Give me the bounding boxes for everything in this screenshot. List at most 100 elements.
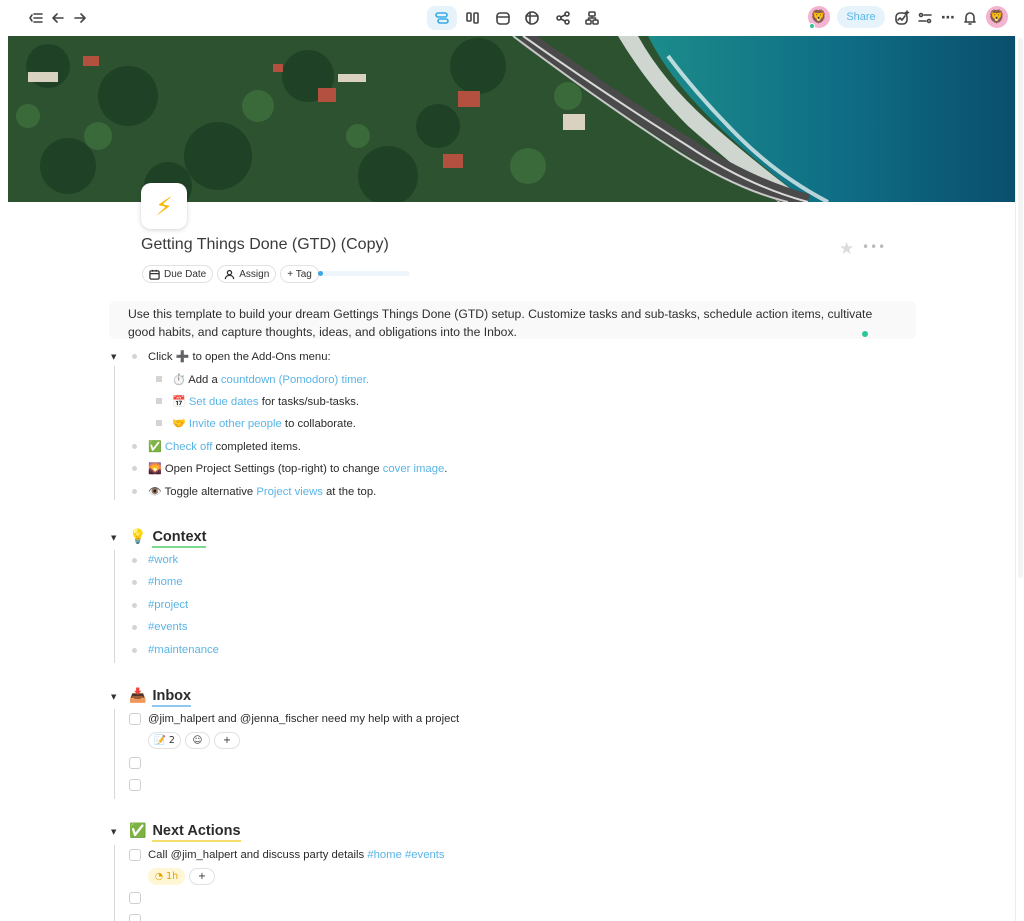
page-scrollbar[interactable] — [1015, 36, 1024, 921]
person-icon — [224, 269, 235, 279]
bullet[interactable] — [132, 580, 137, 585]
bullet[interactable] — [132, 625, 137, 630]
collapse-caret-icon[interactable]: ▼ — [111, 353, 116, 361]
forward-arrow-icon[interactable] — [68, 6, 92, 30]
cover-image — [8, 36, 1015, 202]
board-view-icon[interactable] — [461, 6, 485, 30]
add-addon-button[interactable]: + — [189, 868, 215, 885]
collapse-caret-icon[interactable]: ▼ — [111, 828, 116, 836]
square-bullet[interactable] — [156, 398, 162, 404]
collapse-caret-icon[interactable]: ▼ — [111, 534, 116, 542]
item-text: Click — [148, 351, 176, 363]
square-bullet[interactable] — [156, 420, 162, 426]
notes-count-pill[interactable]: 📝 2 — [148, 732, 181, 749]
bullet[interactable] — [132, 603, 137, 608]
table-view-icon[interactable] — [520, 6, 544, 30]
tag-maintenance-link[interactable]: #maintenance — [148, 644, 219, 656]
inbox-heading[interactable]: 📥 Inbox — [129, 688, 192, 707]
next-actions-heading[interactable]: ✅ Next Actions — [129, 823, 241, 842]
page-title[interactable]: Getting Things Done (GTD) (Copy) — [141, 236, 389, 254]
org-chart-view-icon[interactable] — [580, 6, 604, 30]
emoji-add-icon: ☺ — [192, 735, 203, 746]
task-tags-link[interactable]: #home #events — [367, 849, 444, 861]
description-presence-dot — [862, 331, 868, 337]
check-off-link[interactable]: Check off — [165, 441, 213, 453]
collapse-caret-icon[interactable]: ▼ — [111, 693, 116, 701]
item-text: to open the Add-Ons menu: — [189, 351, 331, 363]
collaborator-avatar[interactable]: 🦁 — [808, 6, 830, 29]
outline-view-icon[interactable] — [427, 6, 457, 30]
timer-pill[interactable]: ◔ 1h — [148, 868, 185, 885]
timer-value: 1h — [166, 871, 179, 882]
context-heading[interactable]: 💡 Context — [129, 529, 207, 548]
bullet[interactable] — [132, 558, 137, 563]
add-reaction-button[interactable]: ☺ — [185, 732, 210, 749]
project-description[interactable]: Use this template to build your dream Ge… — [109, 301, 916, 339]
task-text[interactable]: Call @jim_halpert and discuss party deta… — [148, 849, 445, 861]
mind-map-view-icon[interactable] — [551, 6, 575, 30]
indent-guide — [114, 845, 115, 921]
list-item[interactable]: Click ➕ to open the Add-Ons menu: — [148, 350, 331, 363]
activity-icon[interactable] — [890, 6, 914, 30]
sidebar-toggle-icon[interactable] — [24, 6, 48, 30]
list-item[interactable]: ✅ Check off completed items. — [148, 440, 301, 453]
item-text: Call @jim_halpert and discuss party deta… — [148, 849, 368, 861]
item-text: to collaborate. — [281, 418, 356, 430]
task-checkbox[interactable] — [129, 914, 141, 921]
title-more-options-icon[interactable]: ••• — [862, 240, 886, 254]
bullet[interactable] — [132, 354, 137, 359]
tag-home-link[interactable]: #home — [148, 576, 183, 588]
user-avatar[interactable]: 🦁 — [986, 6, 1008, 28]
tag-chip[interactable]: + Tag — [280, 265, 319, 283]
list-item[interactable]: ⏱️ Add a countdown (Pomodoro) timer. — [172, 373, 369, 386]
assign-chip[interactable]: Assign — [217, 265, 277, 283]
list-item[interactable]: 🤝 Invite other people to collaborate. — [172, 417, 356, 430]
task-checkbox[interactable] — [129, 892, 141, 904]
favorite-star-icon[interactable]: ★ — [839, 239, 854, 259]
heading-title: Next Actions — [152, 823, 241, 842]
notes-count: 2 — [168, 735, 175, 746]
plus-icon: + — [198, 871, 206, 882]
due-dates-link[interactable]: Set due dates — [189, 396, 259, 408]
timer-icon: ◔ — [154, 871, 164, 882]
tag-events-link[interactable]: #events — [148, 621, 188, 633]
bullet[interactable] — [132, 466, 137, 471]
tag-project-link[interactable]: #project — [148, 599, 188, 611]
assign-label: Assign — [239, 268, 270, 280]
task-checkbox[interactable] — [129, 849, 141, 861]
task-text[interactable]: @jim_halpert and @jenna_fischer need my … — [148, 713, 459, 725]
bullet[interactable] — [132, 648, 137, 653]
list-item[interactable]: 🌄 Open Project Settings (top-right) to c… — [148, 462, 447, 475]
project-meta-chips: Due Date Assign + Tag — [142, 265, 319, 283]
list-item[interactable]: 👁️ Toggle alternative Project views at t… — [148, 485, 376, 498]
cover-image-link[interactable]: cover image — [383, 463, 445, 475]
list-item[interactable]: 📅 Set due dates for tasks/sub-tasks. — [172, 395, 359, 408]
task-checkbox[interactable] — [129, 779, 141, 791]
invite-link[interactable]: Invite other people — [189, 418, 282, 430]
tag-work-link[interactable]: #work — [148, 554, 178, 566]
square-bullet[interactable] — [156, 376, 162, 382]
add-addon-button[interactable]: + — [214, 732, 240, 749]
eye-emoji-icon: 👁️ — [148, 485, 162, 498]
tag-label: + Tag — [287, 268, 312, 280]
back-arrow-icon[interactable] — [46, 6, 70, 30]
plus-emoji-icon: ➕ — [175, 350, 190, 363]
top-bar: 🦁 Share ⋯ 🦁 — [0, 0, 1024, 36]
task-checkbox[interactable] — [129, 757, 141, 769]
project-views-link[interactable]: Project views — [256, 486, 323, 498]
item-text: Add a — [185, 374, 221, 386]
notifications-bell-icon[interactable] — [958, 6, 982, 30]
project-settings-icon[interactable] — [913, 6, 937, 30]
description-text: Use this template to build your dream Ge… — [128, 307, 873, 339]
handshake-emoji-icon: 🤝 — [172, 417, 186, 430]
scrollbar-thumb[interactable] — [1018, 38, 1023, 578]
task-checkbox[interactable] — [129, 713, 141, 725]
due-date-chip[interactable]: Due Date — [142, 265, 214, 283]
more-options-icon[interactable]: ⋯ — [936, 6, 960, 30]
bullet[interactable] — [132, 444, 137, 449]
project-icon[interactable]: ⚡ — [141, 183, 187, 229]
bullet[interactable] — [132, 489, 137, 494]
countdown-link[interactable]: countdown (Pomodoro) timer. — [221, 374, 369, 386]
calendar-view-icon[interactable] — [491, 6, 515, 30]
share-button[interactable]: Share — [837, 6, 885, 28]
